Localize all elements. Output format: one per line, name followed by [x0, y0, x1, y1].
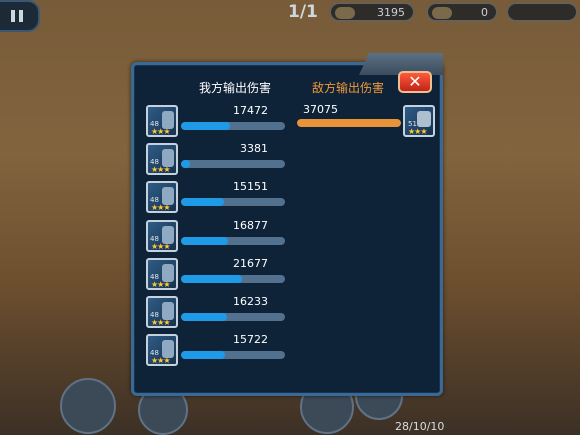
damage-bar	[181, 122, 285, 130]
enemy-portrait-icon	[417, 111, 431, 127]
resource-pill-3	[507, 3, 577, 21]
damage-bar	[181, 275, 285, 283]
unit-avatar[interactable]: 48 ★★★	[146, 181, 178, 213]
resource-icon-2	[432, 7, 452, 19]
unit-row: 48 ★★★ 17472	[146, 104, 306, 137]
damage-bar	[181, 313, 285, 321]
resource-value-2: 0	[481, 6, 488, 19]
unit-stars: ★★★	[151, 318, 170, 327]
unit-stars: ★★★	[151, 242, 170, 251]
skill-gear-icon	[60, 378, 116, 434]
resource-pill-1: 3195	[330, 3, 414, 21]
enemy-unit-avatar[interactable]: 51 ★★★	[403, 105, 435, 137]
unit-row: 48 ★★★ 21677	[146, 257, 306, 290]
pause-button[interactable]	[0, 0, 40, 32]
damage-bar-fill	[181, 275, 242, 283]
unit-avatar[interactable]: 48 ★★★	[146, 334, 178, 366]
unit-stars: ★★★	[151, 280, 170, 289]
unit-avatar[interactable]: 48 ★★★	[146, 296, 178, 328]
damage-bar-fill	[181, 313, 227, 321]
damage-bar	[181, 237, 285, 245]
damage-bar	[181, 198, 285, 206]
unit-stars: ★★★	[151, 356, 170, 365]
unit-stars: ★★★	[151, 165, 170, 174]
unit-avatar[interactable]: 48 ★★★	[146, 143, 178, 175]
unit-damage-value: 21677	[233, 257, 268, 270]
unit-row: 48 ★★★ 16233	[146, 295, 306, 328]
unit-damage-value: 16233	[233, 295, 268, 308]
damage-bar-fill	[181, 237, 229, 245]
damage-bar-fill	[181, 198, 224, 206]
unit-row: 48 ★★★ 15151	[146, 180, 306, 213]
unit-stars: ★★★	[151, 127, 170, 136]
enemy-damage-bar	[297, 119, 401, 127]
unit-damage-value: 16877	[233, 219, 268, 232]
damage-bar-fill	[181, 160, 191, 168]
wave-counter: 1/1	[288, 2, 318, 22]
unit-row: 48 ★★★ 16877	[146, 219, 306, 252]
enemy-damage-bar-fill	[297, 119, 401, 127]
footer-counter: 28/10/10	[395, 420, 445, 433]
damage-bar	[181, 351, 285, 359]
damage-bar-fill	[181, 122, 230, 130]
enemy-damage-value: 37075	[303, 103, 338, 116]
unit-avatar[interactable]: 48 ★★★	[146, 220, 178, 252]
top-hud: 1/1 3195 0	[0, 0, 580, 32]
resource-icon	[335, 7, 355, 19]
enemy-unit-stars: ★★★	[408, 127, 427, 136]
unit-row: 48 ★★★ 15722	[146, 333, 306, 366]
unit-avatar[interactable]: 48 ★★★	[146, 105, 178, 137]
unit-damage-value: 3381	[240, 142, 268, 155]
damage-stats-panel: ✕ 我方输出伤害 敌方输出伤害 48 ★★★ 17472 48 ★★★ 3381…	[131, 53, 443, 396]
damage-bar-fill	[181, 351, 226, 359]
tab-enemy-damage[interactable]: 敌方输出伤害	[312, 79, 384, 96]
close-button[interactable]: ✕	[398, 71, 432, 93]
unit-avatar[interactable]: 48 ★★★	[146, 258, 178, 290]
unit-row: 48 ★★★ 3381	[146, 142, 306, 175]
damage-bar	[181, 160, 285, 168]
unit-stars: ★★★	[151, 203, 170, 212]
unit-damage-value: 15151	[233, 180, 268, 193]
unit-damage-value: 15722	[233, 333, 268, 346]
resource-pill-2: 0	[427, 3, 497, 21]
unit-damage-value: 17472	[233, 104, 268, 117]
tab-our-damage[interactable]: 我方输出伤害	[199, 79, 271, 96]
resource-value-1: 3195	[377, 6, 405, 19]
